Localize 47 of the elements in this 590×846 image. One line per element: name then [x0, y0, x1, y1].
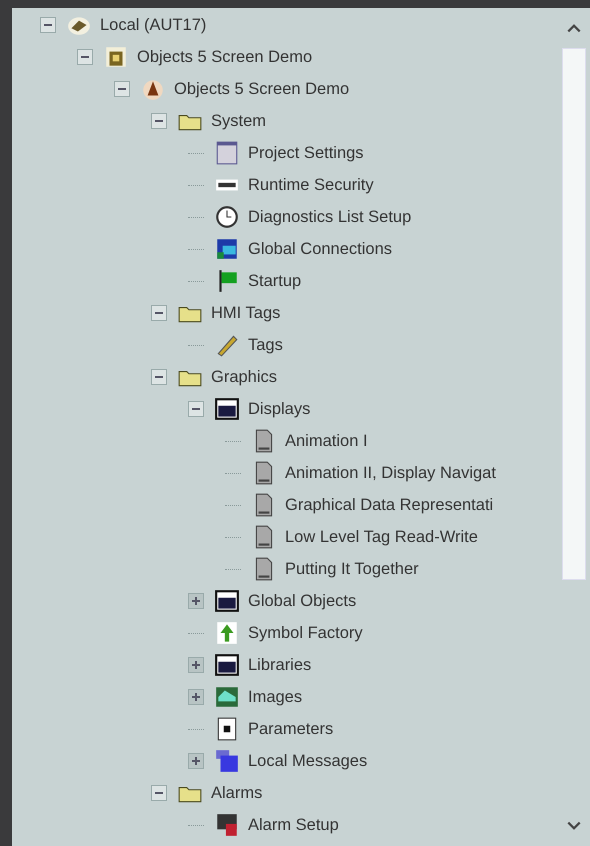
tree-item-label[interactable]: Runtime Security	[248, 176, 374, 194]
expand-toggle[interactable]	[188, 593, 204, 609]
scroll-up-icon[interactable]	[566, 22, 582, 34]
tree-item-label[interactable]: Diagnostics List Setup	[248, 208, 412, 226]
tree-item-label[interactable]: Putting It Together	[285, 560, 419, 578]
tree-item-label[interactable]: Global Objects	[248, 592, 356, 610]
tree-item-label[interactable]: Symbol Factory	[248, 624, 363, 642]
tree-item-label[interactable]: Displays	[248, 400, 310, 418]
tree-item-label[interactable]: Global Connections	[248, 240, 392, 258]
tree-item-label[interactable]: HMI Tags	[211, 304, 280, 322]
collapse-toggle[interactable]	[77, 49, 93, 65]
tree-item-label[interactable]: Tags	[248, 336, 283, 354]
expand-toggle[interactable]	[188, 753, 204, 769]
collapse-toggle[interactable]	[151, 785, 167, 801]
window-icon	[214, 652, 240, 678]
collapse-toggle[interactable]	[114, 81, 130, 97]
tree-item-label[interactable]: Graphical Data Representati	[285, 496, 494, 514]
tree-item-label[interactable]: Project Settings	[248, 144, 364, 162]
collapse-toggle[interactable]	[188, 401, 204, 417]
tree-item-label[interactable]: Animation I	[285, 432, 368, 450]
tree-item-label[interactable]: Animation II, Display Navigat	[285, 464, 496, 482]
tree-item-label[interactable]: Alarms	[211, 784, 262, 802]
expand-toggle[interactable]	[188, 689, 204, 705]
collapse-toggle[interactable]	[151, 305, 167, 321]
tree-item-label[interactable]: Startup	[248, 272, 302, 290]
tree-item-label[interactable]: System	[211, 112, 266, 130]
window-icon	[214, 588, 240, 614]
clock-icon	[214, 204, 240, 230]
tree-item-label[interactable]: Images	[248, 688, 302, 706]
scroll-thumb[interactable]	[562, 48, 586, 580]
tree-item-label[interactable]: Objects 5 Screen Demo	[174, 80, 350, 98]
tree-item-label[interactable]: Local (AUT17)	[100, 16, 206, 34]
collapse-toggle[interactable]	[151, 113, 167, 129]
tree-item-label[interactable]: Low Level Tag Read-Write	[285, 528, 478, 546]
tree-item-label[interactable]: Alarm Setup	[248, 816, 339, 834]
message-icon	[214, 748, 240, 774]
expand-toggle[interactable]	[188, 657, 204, 673]
tree-item-label[interactable]: Local Messages	[248, 752, 368, 770]
settings-icon	[214, 140, 240, 166]
tree-item-label[interactable]: Graphics	[211, 368, 278, 386]
tree-item-label[interactable]: Objects 5 Screen Demo	[137, 48, 312, 66]
scroll-down-icon[interactable]	[566, 820, 582, 832]
collapse-toggle[interactable]	[151, 369, 167, 385]
tree-item-label[interactable]: Parameters	[248, 720, 334, 738]
collapse-toggle[interactable]	[40, 17, 56, 33]
window-icon	[214, 396, 240, 422]
tree-item-label[interactable]: Libraries	[248, 656, 312, 674]
